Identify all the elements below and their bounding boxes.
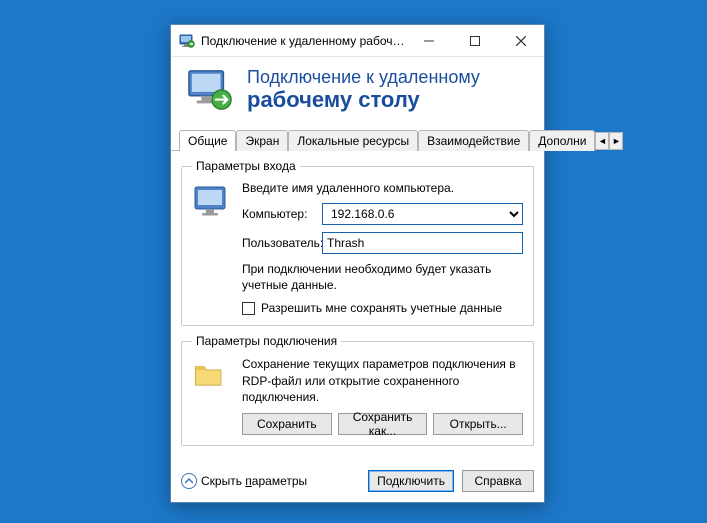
computer-icon xyxy=(192,181,232,315)
folder-icon xyxy=(192,356,232,435)
titlebar[interactable]: Подключение к удаленному рабочему с... xyxy=(171,25,544,57)
help-button[interactable]: Справка xyxy=(462,470,534,492)
tab-scroll: ◄ ► xyxy=(595,132,623,150)
header-text: Подключение к удаленному рабочему столу xyxy=(247,68,480,112)
tab-experience[interactable]: Взаимодействие xyxy=(418,130,529,151)
window-controls xyxy=(406,25,544,56)
connection-settings-group: Параметры подключения Сохранение текущих… xyxy=(181,334,534,446)
logon-instruction: Введите имя удаленного компьютера. xyxy=(242,181,523,195)
logon-legend: Параметры входа xyxy=(192,159,300,173)
titlebar-text: Подключение к удаленному рабочему с... xyxy=(195,34,406,48)
open-button[interactable]: Открыть... xyxy=(433,413,523,435)
chevron-up-icon xyxy=(181,473,197,489)
body: Параметры входа Введите имя удаленного к… xyxy=(171,151,544,464)
computer-field[interactable]: 192.168.0.6 xyxy=(322,203,523,225)
hide-options-link[interactable]: Скрыть параметры xyxy=(181,473,307,489)
save-as-button[interactable]: Сохранить как... xyxy=(338,413,428,435)
header-line2: рабочему столу xyxy=(247,88,480,112)
app-icon xyxy=(179,33,195,49)
tab-general[interactable]: Общие xyxy=(179,130,236,151)
rdp-hero-icon xyxy=(187,67,233,113)
save-creds-label: Разрешить мне сохранять учетные данные xyxy=(261,301,502,315)
tab-strip: Общие Экран Локальные ресурсы Взаимодейс… xyxy=(171,127,544,151)
rdc-window: Подключение к удаленному рабочему с... xyxy=(170,24,545,503)
connection-desc: Сохранение текущих параметров подключени… xyxy=(242,356,523,405)
save-creds-row[interactable]: Разрешить мне сохранять учетные данные xyxy=(242,301,523,315)
connect-button[interactable]: Подключить xyxy=(368,470,454,492)
credentials-note: При подключении необходимо будет указать… xyxy=(242,261,523,293)
footer: Скрыть параметры Подключить Справка xyxy=(171,464,544,502)
tab-scroll-right[interactable]: ► xyxy=(609,132,623,150)
user-label: Пользователь: xyxy=(242,236,322,250)
header-line1: Подключение к удаленному xyxy=(247,68,480,88)
tab-advanced[interactable]: Дополни xyxy=(529,130,595,151)
save-creds-checkbox[interactable] xyxy=(242,302,255,315)
logon-group: Параметры входа Введите имя удаленного к… xyxy=(181,159,534,326)
computer-label: Компьютер: xyxy=(242,207,322,221)
tab-display[interactable]: Экран xyxy=(236,130,288,151)
maximize-button[interactable] xyxy=(452,25,498,56)
minimize-button[interactable] xyxy=(406,25,452,56)
header: Подключение к удаленному рабочему столу xyxy=(171,57,544,127)
close-button[interactable] xyxy=(498,25,544,56)
user-field[interactable] xyxy=(322,232,523,254)
tab-scroll-left[interactable]: ◄ xyxy=(595,132,609,150)
tab-local-resources[interactable]: Локальные ресурсы xyxy=(288,130,418,151)
connection-legend: Параметры подключения xyxy=(192,334,341,348)
save-button[interactable]: Сохранить xyxy=(242,413,332,435)
